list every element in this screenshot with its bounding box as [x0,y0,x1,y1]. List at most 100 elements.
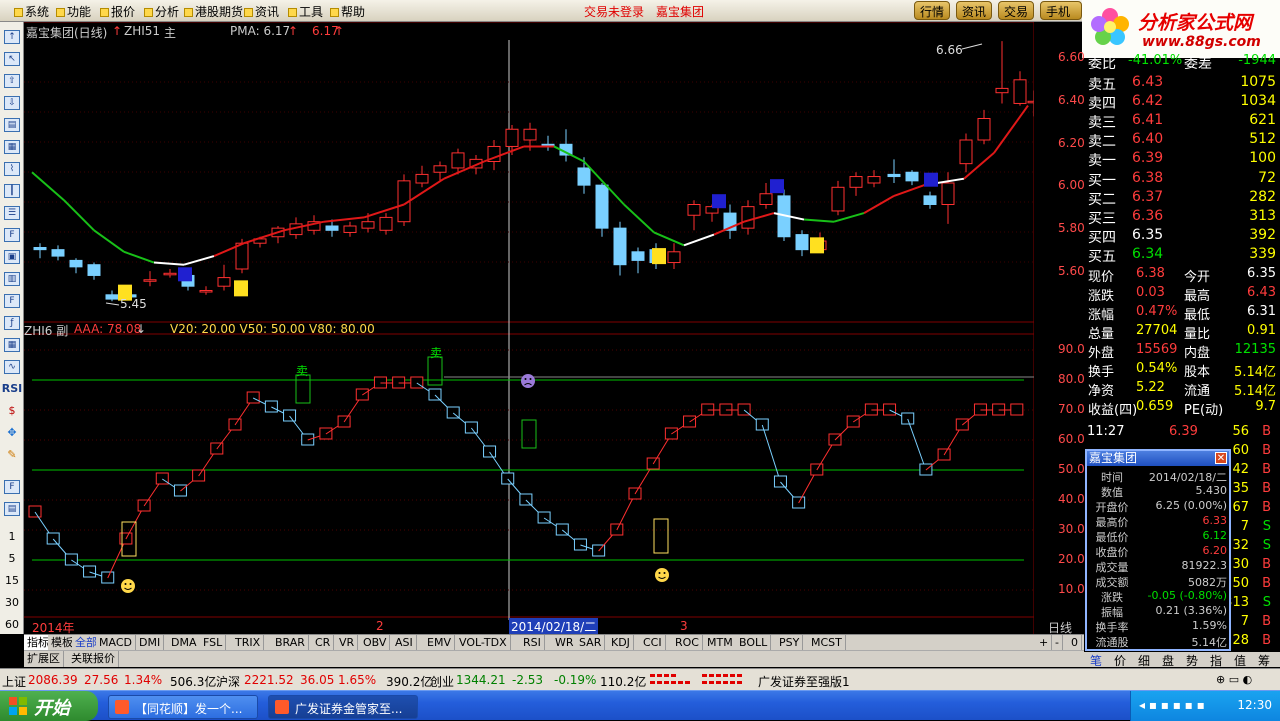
tab-cr[interactable]: CR [312,635,335,651]
tab-kdj[interactable]: KDJ [608,635,634,651]
menu-help[interactable]: 帮助 [330,3,365,20]
tab-trade[interactable]: 交易 [998,1,1035,20]
candle [523,128,537,141]
tab-cci[interactable]: CCI [640,635,666,651]
menu-analysis[interactable]: 分析 [144,3,179,20]
trend-icon[interactable]: ∿ [4,360,20,374]
tab-dma[interactable]: DMA [168,635,201,651]
sub-link [761,424,781,483]
sub-bar [46,532,60,545]
chart-area[interactable]: 嘉宝集团(日线) ↑ ZHI51 主 PMA: 6.17 ↑ 6.17 ↑ 6.… [24,22,1092,635]
popup-key: 换手率 [1095,621,1129,634]
tab-emv[interactable]: EMV [424,635,455,651]
y-tick-660: 6.60 [1058,50,1085,64]
move-icon[interactable]: ✥ [0,426,24,439]
period-5min[interactable]: 5 [0,552,24,565]
zoom-1[interactable]: - [1052,635,1063,651]
quote-tab-3[interactable]: 盘 [1162,652,1174,669]
f5-icon[interactable]: F [4,480,20,494]
smiley-icon [121,579,135,593]
kline-icon[interactable]: ┃ [4,184,20,198]
tab-market[interactable]: 行情 [914,1,951,20]
period-1min[interactable]: 1 [0,530,24,543]
ask-label: 卖二 [1088,134,1116,150]
menu-tools[interactable]: 工具 [288,3,323,20]
tab-macd[interactable]: MACD [96,635,136,651]
windows-flag-icon [9,697,27,715]
start-button[interactable]: 开始 [0,691,98,721]
tab-asi[interactable]: ASI [392,635,417,651]
tab-trix[interactable]: TRIX [232,635,265,651]
tab-psy[interactable]: PSY [776,635,804,651]
period-15min[interactable]: 15 [0,574,24,587]
popup-row: 时间 2014/02/18/二 [1087,469,1229,484]
quote-tab-2[interactable]: 细 [1138,652,1150,669]
task-tonghuashun[interactable]: 【同花顺】发一个... [108,695,258,719]
tab-related[interactable]: 关联报价 [68,651,119,667]
menu-hk-futures[interactable]: 港股期货 [184,3,243,20]
line-chart-icon[interactable]: ⌇ [4,162,20,176]
tab-obv[interactable]: OBV [360,635,391,651]
period-60min[interactable]: 60 [0,618,24,631]
menu-system[interactable]: 系统 [14,3,49,20]
period-30min[interactable]: 30 [0,596,24,609]
arrow-left-icon[interactable]: ↖ [4,52,20,66]
popup-row: 振幅 0.21 (3.36%) [1087,604,1229,619]
menu-news[interactable]: 资讯 [244,3,279,20]
dollar-icon[interactable]: $ [0,404,24,417]
stat-row: 收益(四) 0.659 PE(动) 9.7 [1084,399,1280,418]
tab-vol-tdx[interactable]: VOL-TDX [456,635,511,651]
arrow-up-icon[interactable]: ↑ [4,30,20,44]
tab-rsi[interactable]: RSI [520,635,545,651]
tab-vr[interactable]: VR [336,635,359,651]
f2-icon[interactable]: F [4,294,20,308]
quote-tab-1[interactable]: 价 [1114,652,1126,669]
popup-row: 流通股 5.14亿 [1087,634,1229,649]
arrow-up-small-icon[interactable]: ⇧ [4,74,20,88]
menu-function[interactable]: 功能 [56,3,91,20]
zoom-2[interactable]: 0 [1068,635,1082,651]
table-icon[interactable]: ☰ [4,206,20,220]
tab-info[interactable]: 资讯 [956,1,993,20]
quote-tab-6[interactable]: 值 [1234,652,1246,669]
f10-icon[interactable]: F [4,228,20,242]
period-day[interactable]: 日 [0,642,24,658]
rsi-icon[interactable]: RSI [0,382,24,395]
chart2-icon[interactable]: ▦ [4,338,20,352]
sh-pct: 1.34% [124,673,163,687]
data-popup[interactable]: 嘉宝集团 ✕ 时间 2014/02/18/二 数值 5.430 开盘价 6.25 (0.0… [1085,449,1231,651]
zoom-0[interactable]: + [1036,635,1053,651]
menu-quote[interactable]: 报价 [100,3,135,20]
tray-icons[interactable]: ◂ ▪ ▪ ▪ ▪ ▪ [1139,698,1205,712]
close-icon[interactable]: ✕ [1215,452,1227,464]
quote-tab-4[interactable]: 势 [1186,652,1198,669]
tab-roc[interactable]: ROC [672,635,703,651]
tab-dmi[interactable]: DMI [136,635,165,651]
ma-segment [653,231,685,247]
tab-fsl[interactable]: FSL [200,635,227,651]
tab-mtm[interactable]: MTM [704,635,737,651]
ask-volume: 1034 [1240,93,1276,109]
tab-brar[interactable]: BRAR [272,635,309,651]
grid-icon[interactable]: ▦ [4,140,20,154]
tab-mcst[interactable]: MCST [808,635,846,651]
tab-expand[interactable]: 扩展区 [24,651,64,667]
page-icon[interactable]: ▤ [4,502,20,516]
tab-sar[interactable]: SAR [576,635,606,651]
tab-boll[interactable]: BOLL [736,635,772,651]
arrow-down-icon[interactable]: ⇩ [4,96,20,110]
task-guangfa[interactable]: 广发证券金管家至... [268,695,418,719]
doc-icon[interactable]: ▣ [4,250,20,264]
news-ticker[interactable]: 广发证券至强版1 [758,673,850,690]
quote-tab-5[interactable]: 指 [1210,652,1222,669]
pencil-icon[interactable]: ✎ [0,448,24,461]
tab-wr[interactable]: WR [552,635,578,651]
stat-label: 现价 [1088,270,1115,285]
tab-mobile[interactable]: 手机证 [1040,1,1082,20]
status-icons[interactable]: ⊕ ▭ ◐ [1216,673,1252,686]
formula-icon[interactable]: ƒ [4,316,20,330]
news-icon[interactable]: ▥ [4,272,20,286]
quote-tab-7[interactable]: 筹 [1258,652,1270,669]
quote-tab-0[interactable]: 笔 [1090,652,1102,669]
report-icon[interactable]: ▤ [4,118,20,132]
